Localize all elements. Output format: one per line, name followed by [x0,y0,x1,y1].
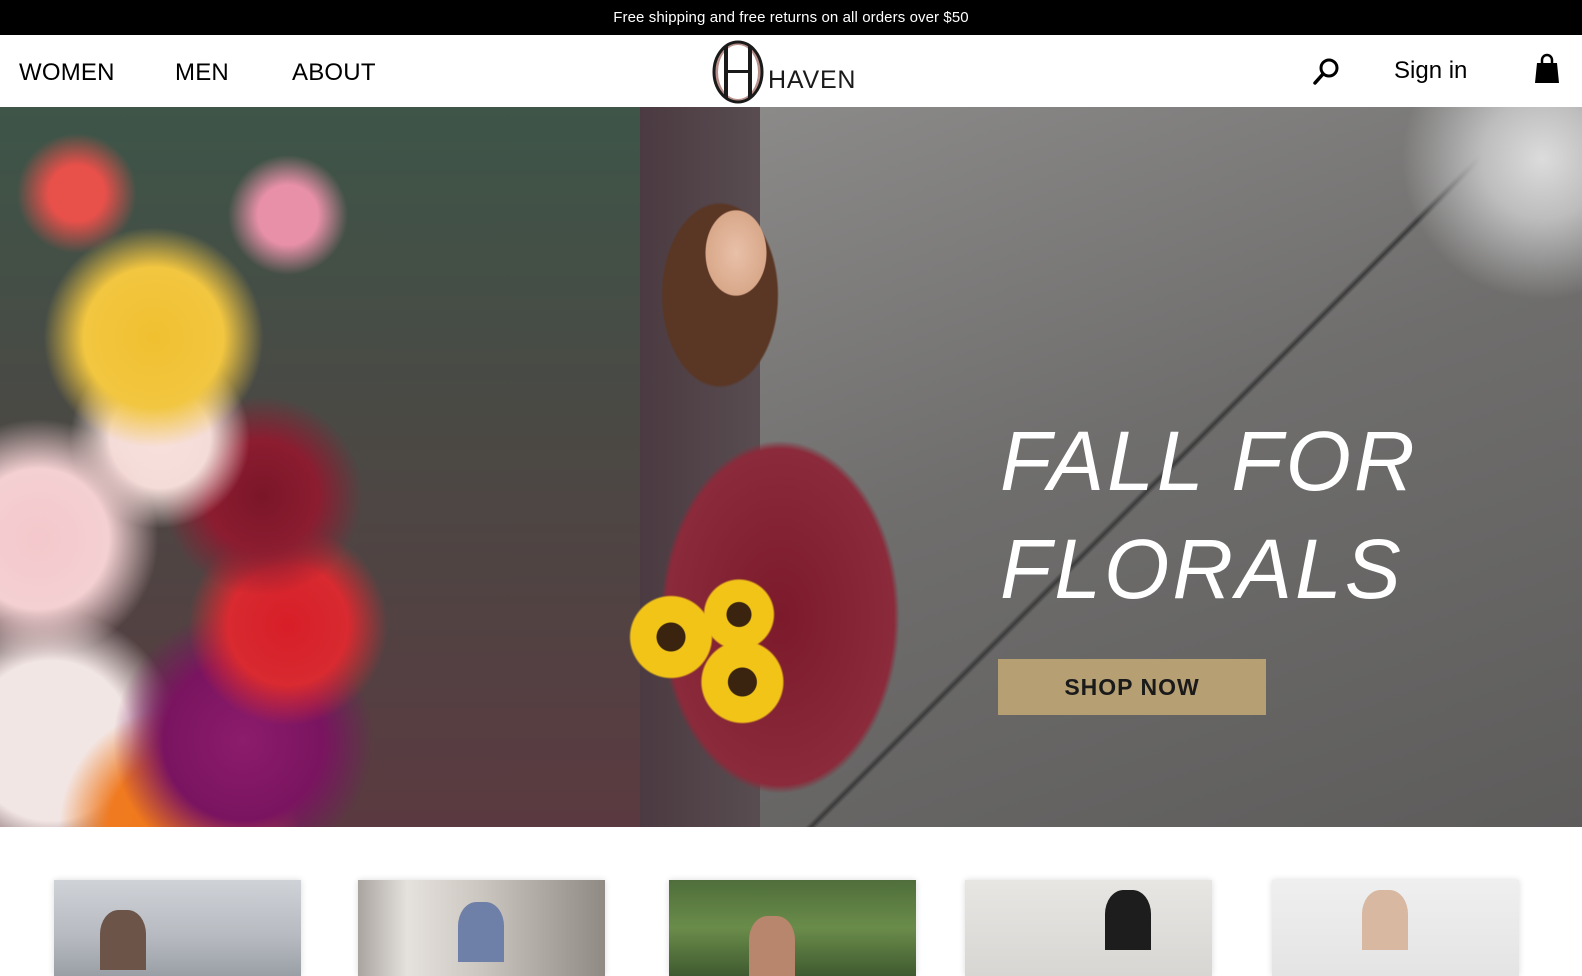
card-photo [100,910,146,970]
hero-sunflower-bouquet [620,577,790,727]
category-cards [0,880,1582,976]
shopping-bag-icon [1535,53,1559,83]
category-card[interactable] [54,880,301,976]
card-photo [458,902,504,962]
search-icon [1313,58,1339,85]
logo-monogram-icon [712,40,764,104]
category-card[interactable] [1272,880,1519,976]
promo-text: Free shipping and free returns on all or… [613,9,969,26]
nav-men-link[interactable]: MEN [175,59,229,87]
search-button[interactable] [1312,57,1342,87]
hero-headline-line-1: FALL FOR [1000,414,1418,508]
shop-now-button[interactable]: SHOP NOW [998,659,1266,715]
nav-about-link[interactable]: ABOUT [292,59,376,87]
card-photo [1362,890,1408,950]
hero-banner: FALL FOR FLORALS SHOP NOW [0,107,1582,827]
hero-headline-line-2: FLORALS [1000,522,1404,616]
hero-headline: FALL FOR FLORALS [1000,407,1418,623]
nav-women-link[interactable]: WOMEN [19,59,115,87]
hero-flower-stand-image [0,107,640,827]
card-photo [1105,890,1151,950]
card-photo [749,916,795,976]
main-navigation: WOMEN MEN ABOUT HAVEN Sign in [0,35,1582,107]
brand-name: HAVEN [768,66,857,94]
promo-banner: Free shipping and free returns on all or… [0,0,1582,35]
shopping-bag-button[interactable] [1534,53,1560,85]
category-card[interactable] [358,880,605,976]
sign-in-link[interactable]: Sign in [1394,57,1467,85]
category-card[interactable] [669,880,916,976]
category-card[interactable] [965,880,1212,976]
brand-logo[interactable]: HAVEN [712,40,862,104]
